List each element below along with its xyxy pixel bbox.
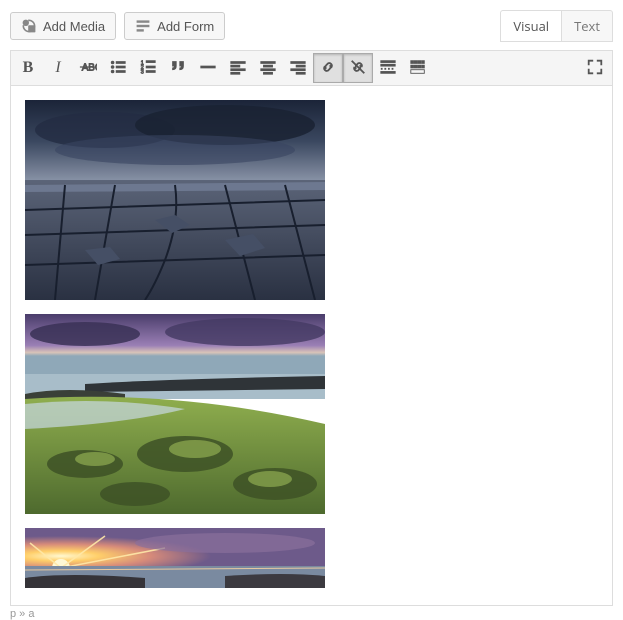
align-right-icon [289,58,307,79]
kitchen-sink-icon [409,58,427,79]
content-image-2[interactable] [25,314,325,514]
toolbar-left-group: B I ABC 123 [13,53,433,83]
hr-icon [199,58,217,79]
element-path-text: p » a [10,608,34,620]
editor-top-row: Add Media Add Form Visual Text [10,10,613,42]
link-button[interactable] [313,53,343,83]
editor-mode-tabs: Visual Text [500,10,613,42]
add-media-button[interactable]: Add Media [10,12,116,40]
align-center-button[interactable] [253,53,283,83]
tab-visual-label: Visual [513,17,549,35]
tab-text-label: Text [574,17,600,35]
link-icon [319,58,337,79]
add-form-button[interactable]: Add Form [124,12,225,40]
read-more-icon [379,58,397,79]
italic-button[interactable]: I [43,53,73,83]
numbered-list-button[interactable]: 123 [133,53,163,83]
bullet-list-icon [109,58,127,79]
italic-glyph: I [55,59,60,77]
add-form-label: Add Form [157,19,214,34]
editor-content-area[interactable] [10,86,613,606]
tab-visual[interactable]: Visual [500,10,561,42]
quote-icon [169,58,187,79]
blockquote-button[interactable] [163,53,193,83]
bold-glyph: B [23,59,34,77]
strikethrough-button[interactable]: ABC [73,53,103,83]
align-left-button[interactable] [223,53,253,83]
tab-text[interactable]: Text [561,10,613,42]
fullscreen-button[interactable] [580,53,610,83]
horizontal-rule-button[interactable] [193,53,223,83]
svg-text:3: 3 [141,69,144,75]
content-image-3[interactable] [25,528,325,588]
align-center-icon [259,58,277,79]
bullet-list-button[interactable] [103,53,133,83]
svg-text:ABC: ABC [82,62,97,73]
strikethrough-icon: ABC [79,58,97,79]
align-right-button[interactable] [283,53,313,83]
element-path: p » a [10,606,613,620]
insert-more-button[interactable] [373,53,403,83]
bold-button[interactable]: B [13,53,43,83]
fullscreen-icon [586,58,604,79]
numbered-list-icon: 123 [139,58,157,79]
unlink-button[interactable] [343,53,373,83]
media-icon [21,18,37,34]
add-media-label: Add Media [43,19,105,34]
form-icon [135,18,151,34]
unlink-icon [349,58,367,79]
content-image-1[interactable] [25,100,325,300]
media-buttons-group: Add Media Add Form [10,12,225,40]
align-left-icon [229,58,247,79]
toolbar-toggle-button[interactable] [403,53,433,83]
editor-toolbar: B I ABC 123 [10,50,613,86]
